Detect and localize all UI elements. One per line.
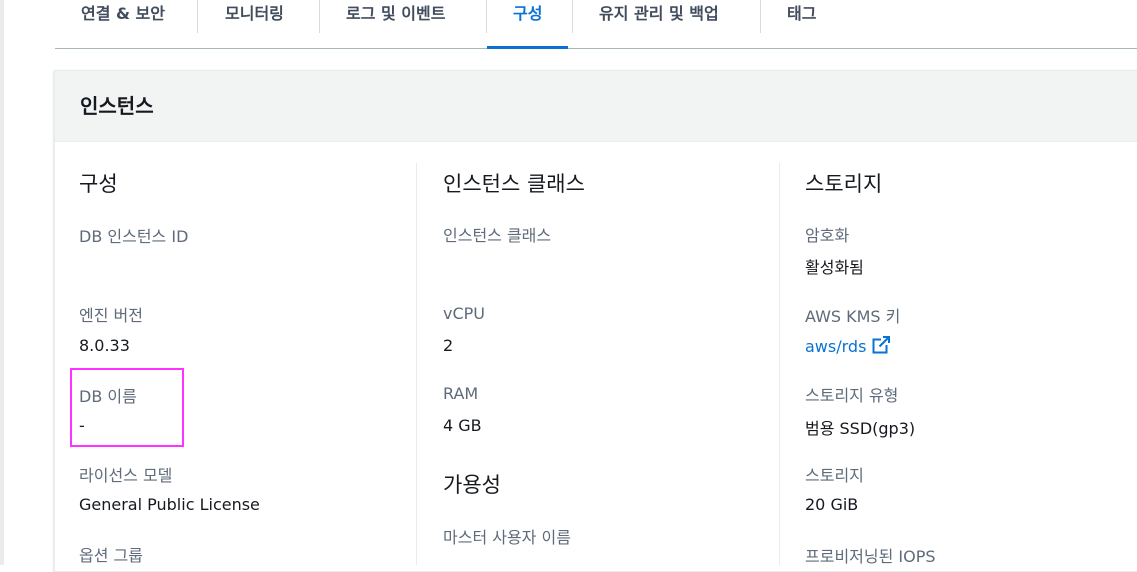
encryption-label: 암호화	[805, 226, 850, 245]
tab-separator	[319, 0, 320, 33]
license-model-label: 라이선스 모델	[79, 466, 173, 485]
config-section-title: 구성	[79, 172, 118, 196]
tab-separator	[486, 0, 487, 33]
availability-section-title: 가용성	[443, 473, 501, 497]
license-model-value: General Public License	[79, 495, 260, 514]
panel-header: 인스턴스	[55, 71, 1137, 142]
panel-title: 인스턴스	[80, 94, 154, 118]
tab-logs-events[interactable]: 로그 및 이벤트	[346, 0, 445, 48]
storage-size-label: 스토리지	[805, 466, 864, 485]
column-divider	[416, 163, 417, 565]
instance-class-label: 인스턴스 클래스	[443, 226, 552, 245]
provisioned-iops-label: 프로비저닝된 IOPS	[805, 547, 936, 566]
storage-type-label: 스토리지 유형	[805, 386, 899, 405]
left-border	[0, 0, 4, 565]
tab-connectivity-security[interactable]: 연결 & 보안	[81, 0, 165, 48]
ram-label: RAM	[443, 384, 479, 403]
tab-bar: 연결 & 보안 모니터링 로그 및 이벤트 구성 유지 관리 및 백업 태그	[55, 0, 1137, 49]
storage-type-value: 범용 SSD(gp3)	[805, 419, 916, 438]
option-group-label: 옵션 그룹	[79, 546, 143, 565]
tab-separator	[197, 0, 198, 33]
db-instance-id-label: DB 인스턴스 ID	[79, 227, 189, 246]
tab-maintenance-backups[interactable]: 유지 관리 및 백업	[599, 0, 719, 48]
vcpu-value: 2	[443, 336, 454, 355]
engine-version-value: 8.0.33	[79, 336, 130, 355]
kms-key-label: AWS KMS 키	[805, 307, 901, 326]
engine-version-label: 엔진 버전	[79, 306, 143, 325]
tab-separator	[572, 0, 573, 33]
tab-monitoring[interactable]: 모니터링	[225, 0, 284, 48]
ram-value: 4 GB	[443, 416, 482, 435]
highlight-box	[70, 368, 184, 447]
column-divider	[779, 163, 780, 565]
storage-size-value: 20 GiB	[805, 495, 859, 514]
vcpu-label: vCPU	[443, 304, 485, 323]
external-link-icon[interactable]	[872, 336, 891, 358]
instance-class-section-title: 인스턴스 클래스	[443, 172, 585, 196]
kms-key-value[interactable]: aws/rds	[805, 337, 866, 356]
tab-tags[interactable]: 태그	[787, 0, 816, 48]
storage-section-title: 스토리지	[805, 172, 883, 196]
tab-separator	[760, 0, 761, 33]
kms-key-link[interactable]: aws/rds	[805, 336, 891, 358]
encryption-value: 활성화됨	[805, 258, 864, 277]
master-username-label: 마스터 사용자 이름	[443, 528, 571, 547]
tab-configuration[interactable]: 구성	[486, 0, 570, 49]
